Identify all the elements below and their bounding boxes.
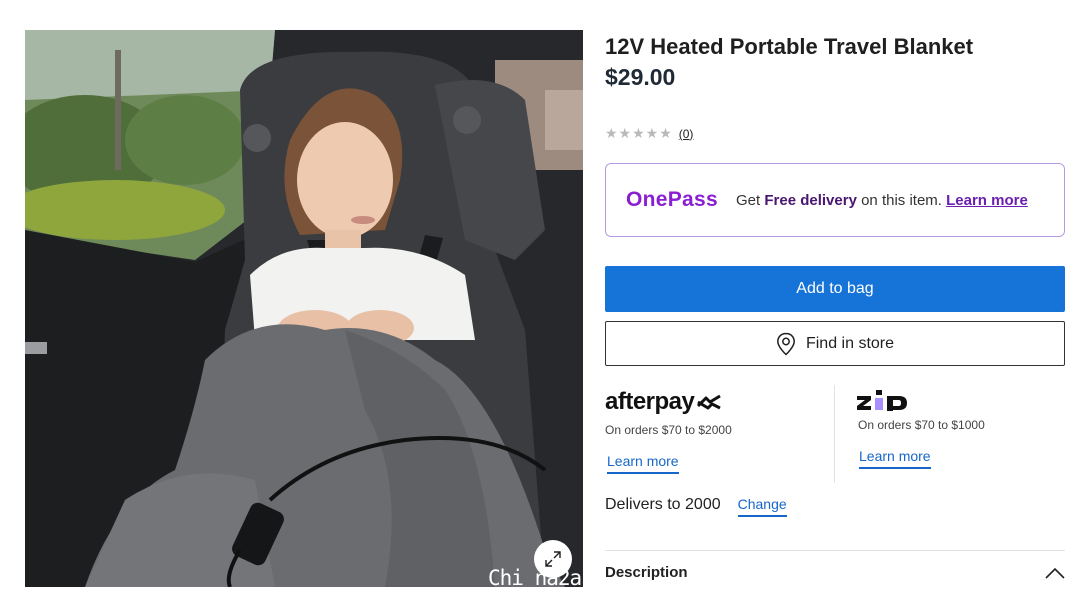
afterpay-logo-text: afterpay xyxy=(605,388,695,415)
zip-logo-icon xyxy=(857,390,907,411)
product-photo xyxy=(25,30,583,587)
zip-logo xyxy=(857,389,911,411)
payment-divider xyxy=(834,385,835,483)
rating-stars: ★★★★★ xyxy=(605,125,673,141)
chevron-up-icon xyxy=(1045,567,1065,579)
product-title: 12V Heated Portable Travel Blanket xyxy=(605,34,974,59)
watermark-text: Chi na2a xyxy=(488,566,582,587)
zip-terms: On orders $70 to $1000 xyxy=(858,418,985,432)
onepass-text-prefix: Get xyxy=(736,191,765,209)
afterpay-terms: On orders $70 to $2000 xyxy=(605,423,732,437)
delivery-info: Delivers to 2000 Change xyxy=(605,496,787,517)
review-count-link[interactable]: (0) xyxy=(679,127,694,141)
onepass-free-delivery: Free delivery xyxy=(764,191,857,209)
onepass-message: Get Free delivery on this item. Learn mo… xyxy=(736,192,1046,209)
location-pin-icon xyxy=(777,332,795,356)
description-divider xyxy=(605,550,1065,551)
product-price: $29.00 xyxy=(605,64,676,90)
afterpay-arrows-icon xyxy=(697,394,722,410)
payment-options: afterpay On orders $70 to $2000 Learn mo… xyxy=(605,385,1065,485)
onepass-text-suffix: on this item. xyxy=(856,191,947,209)
zip-learn-more-link[interactable]: Learn more xyxy=(859,448,931,469)
afterpay-learn-more-link[interactable]: Learn more xyxy=(607,453,679,474)
find-in-store-button[interactable]: Find in store xyxy=(605,321,1065,366)
change-postcode-link[interactable]: Change xyxy=(737,496,787,517)
delivers-to-text: Delivers to 2000 xyxy=(605,496,721,513)
onepass-banner: OnePass Get Free delivery on this item. … xyxy=(605,163,1065,237)
add-to-bag-button[interactable]: Add to bag xyxy=(605,266,1065,312)
onepass-logo: OnePass xyxy=(626,188,718,211)
rating: ★★★★★ (0) xyxy=(605,125,693,142)
afterpay-logo: afterpay xyxy=(605,388,724,416)
description-accordion[interactable]: Description xyxy=(605,564,1065,581)
product-image[interactable]: Chi na2a xyxy=(25,30,583,587)
onepass-learn-more-link[interactable]: Learn more xyxy=(946,192,1028,209)
description-title: Description xyxy=(605,564,688,581)
find-in-store-label: Find in store xyxy=(805,334,895,352)
